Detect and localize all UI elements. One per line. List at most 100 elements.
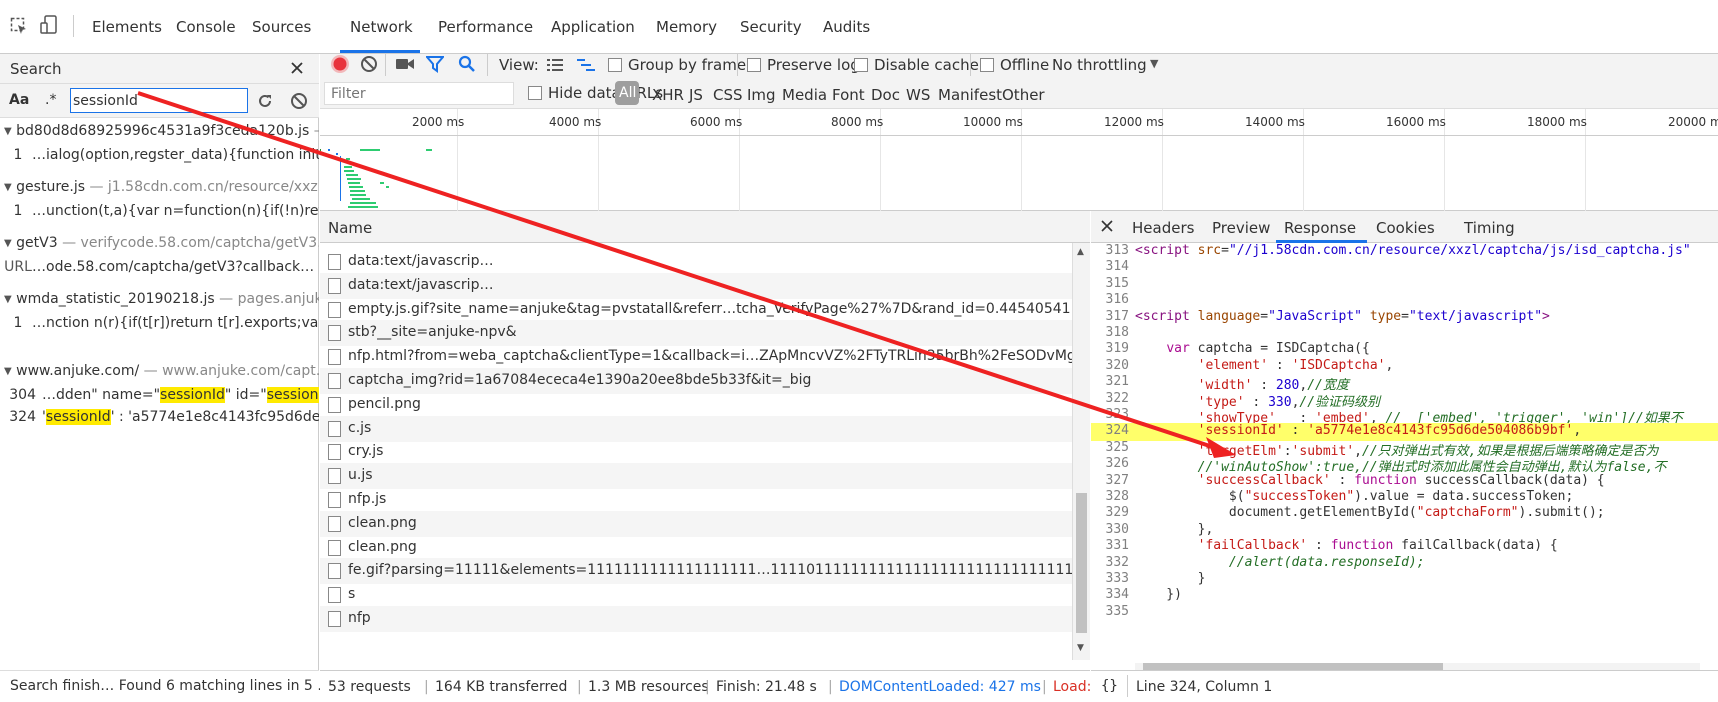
- clear-icon[interactable]: [290, 92, 308, 110]
- file-icon: [328, 563, 341, 580]
- tab-headers[interactable]: Headers: [1132, 219, 1194, 237]
- filter-icon[interactable]: [424, 55, 446, 73]
- response-code-view[interactable]: 313 <script src="//j1.58cdn.com.cn/resour…: [1091, 243, 1718, 663]
- tab-security[interactable]: Security: [740, 18, 802, 36]
- filter-type-xhr[interactable]: XHR: [652, 86, 684, 104]
- preserve-log-checkbox[interactable]: [747, 58, 761, 72]
- filter-type-ws[interactable]: WS: [906, 86, 930, 104]
- record-icon[interactable]: [330, 54, 350, 74]
- clear-log-icon[interactable]: [360, 55, 378, 73]
- table-row[interactable]: nfp.html?from=weba_captcha&clientType=1&…: [320, 344, 1072, 370]
- filter-type-media[interactable]: Media: [782, 86, 827, 104]
- tab-timing[interactable]: Timing: [1464, 219, 1515, 237]
- tab-network[interactable]: Network: [350, 18, 413, 36]
- video-camera-icon[interactable]: [395, 56, 415, 72]
- table-row[interactable]: empty.js.gif?site_name=anjuke&tag=pvstat…: [320, 297, 1072, 323]
- name-column-header[interactable]: Name: [320, 211, 1090, 243]
- result-line[interactable]: 324'sessionId' : 'a5774e1e8c4143fc95d6de…: [0, 409, 319, 431]
- tab-response[interactable]: Response: [1284, 219, 1356, 237]
- separator: |: [424, 679, 429, 695]
- file-icon: [328, 492, 341, 508]
- tab-audits[interactable]: Audits: [823, 18, 870, 36]
- filter-type-js[interactable]: JS: [689, 86, 703, 104]
- result-file[interactable]: ▼ www.anjuke.com/ — www.anjuke.com/capt…: [0, 363, 319, 385]
- request-name: fe.gif?parsing=11111&elements=1111111111…: [348, 562, 1072, 579]
- result-line[interactable]: 1 …nction n(r){if(t[r])return t[r].export…: [0, 315, 319, 337]
- table-row[interactable]: captcha_img?rid=1a67084ececa4e1390a20ee8…: [320, 368, 1072, 394]
- offline-label: Offline: [1000, 56, 1050, 74]
- table-row[interactable]: data:text/javascrip…: [320, 249, 1072, 275]
- throttling-select[interactable]: No throttling: [1052, 56, 1147, 74]
- format-icon[interactable]: {}: [1101, 678, 1118, 694]
- tab-elements[interactable]: Elements: [92, 18, 162, 36]
- table-row[interactable]: data:text/javascrip…: [320, 272, 1072, 299]
- table-row[interactable]: clean.png: [320, 510, 1072, 537]
- request-name: captcha_img?rid=1a67084ececa4e1390a20ee8…: [348, 372, 812, 388]
- table-row[interactable]: nfp: [320, 606, 1072, 632]
- device-toolbar-icon[interactable]: [40, 15, 58, 35]
- table-row[interactable]: stb?__site=anjuke-npv&: [320, 320, 1072, 347]
- finish-time: Finish: 21.48 s: [716, 679, 817, 695]
- filter-type-css[interactable]: CSS: [713, 86, 743, 104]
- filter-type-img[interactable]: Img: [747, 86, 776, 104]
- result-filename: gesture.js: [16, 179, 86, 195]
- filter-type-doc[interactable]: Doc: [871, 86, 900, 104]
- request-name: u.js: [348, 467, 373, 484]
- tab-performance[interactable]: Performance: [438, 18, 533, 36]
- search-input[interactable]: [70, 88, 248, 113]
- triangle-down-icon: ▼: [4, 293, 12, 305]
- filter-type-manifest[interactable]: Manifest: [938, 86, 1002, 104]
- tab-memory[interactable]: Memory: [656, 18, 717, 36]
- table-row[interactable]: cry.js: [320, 439, 1072, 465]
- result-line[interactable]: 1 …ialog(option,regster_data){function in…: [0, 147, 319, 169]
- tab-sources[interactable]: Sources: [252, 18, 311, 36]
- line-number: 323: [1105, 407, 1129, 422]
- table-row[interactable]: nfp.js: [320, 487, 1072, 513]
- table-row[interactable]: u.js: [320, 463, 1072, 490]
- filter-input[interactable]: [324, 82, 514, 105]
- result-file[interactable]: ▼ gesture.js — j1.58cdn.com.cn/resource/…: [0, 179, 319, 201]
- request-name: empty.js.gif?site_name=anjuke&tag=pvstat…: [348, 300, 1072, 317]
- table-row[interactable]: c.js: [320, 415, 1072, 442]
- result-file[interactable]: ▼ getV3 — verifycode.58.com/captcha/getV…: [0, 235, 319, 257]
- close-icon[interactable]: [290, 61, 304, 75]
- chevron-down-icon[interactable]: ▼: [1150, 57, 1158, 70]
- result-file[interactable]: ▼ bd80d8d68925996c4531a9f3ceda120b.js — …: [0, 123, 319, 145]
- filter-type-all[interactable]: All: [619, 85, 636, 101]
- filter-type-other[interactable]: Other: [1002, 86, 1045, 104]
- regex-button[interactable]: .*: [45, 92, 56, 108]
- request-list-scrollbar[interactable]: ▲ ▼: [1072, 243, 1090, 660]
- table-row[interactable]: fe.gif?parsing=11111&elements=1111111111…: [320, 558, 1072, 585]
- line-number: 322: [1105, 390, 1129, 406]
- result-line[interactable]: 1 …unction(t,a){var n=function(n){if(!n)r…: [0, 203, 319, 225]
- timeline-tick: 4000 ms: [549, 115, 602, 129]
- tab-application[interactable]: Application: [551, 18, 635, 36]
- result-line[interactable]: URL…ode.58.com/captcha/getV3?callback…: [0, 259, 319, 281]
- scroll-down-icon[interactable]: ▼: [1077, 643, 1084, 653]
- tab-console[interactable]: Console: [176, 18, 236, 36]
- search-icon[interactable]: [458, 55, 476, 73]
- scrollbar-thumb[interactable]: [1076, 493, 1087, 633]
- waterfall-view-icon[interactable]: [576, 57, 596, 73]
- timeline-overview[interactable]: 2000 ms 4000 ms 6000 ms 8000 ms 10000 ms…: [320, 109, 1718, 211]
- table-row[interactable]: clean.png: [320, 535, 1072, 561]
- line-number: 314: [1105, 259, 1129, 275]
- hide-data-urls-checkbox[interactable]: [528, 86, 542, 100]
- result-file[interactable]: ▼ wmda_statistic_20190218.js — pages.anj…: [0, 291, 319, 313]
- tab-cookies[interactable]: Cookies: [1376, 219, 1435, 237]
- tab-preview[interactable]: Preview: [1212, 219, 1270, 237]
- offline-checkbox[interactable]: [980, 58, 994, 72]
- table-row[interactable]: s: [320, 582, 1072, 608]
- refresh-icon[interactable]: [256, 92, 274, 110]
- disable-cache-checkbox[interactable]: [854, 58, 868, 72]
- result-line[interactable]: 304 …dden" name="sessionId" id="session…: [0, 387, 319, 409]
- table-row[interactable]: pencil.png: [320, 392, 1072, 418]
- close-detail-icon[interactable]: [1101, 220, 1113, 232]
- list-view-icon[interactable]: [546, 57, 564, 73]
- separator: |: [1042, 679, 1047, 695]
- group-by-frame-checkbox[interactable]: [608, 58, 622, 72]
- filter-type-font[interactable]: Font: [832, 86, 865, 104]
- scroll-up-icon[interactable]: ▲: [1077, 247, 1084, 257]
- inspect-icon[interactable]: [10, 17, 28, 35]
- match-case-button[interactable]: Aa: [9, 92, 29, 108]
